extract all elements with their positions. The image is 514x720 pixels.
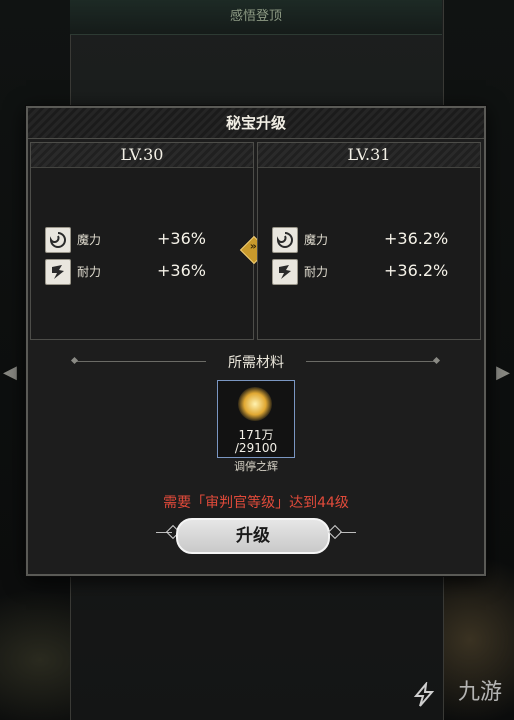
divider-right — [306, 361, 436, 362]
magic-swirl-icon — [45, 227, 71, 253]
magic-swirl-icon — [272, 227, 298, 253]
stat-value: +36% — [157, 261, 206, 280]
next-level-panel: LV.31 魔力 +36.2% 耐力 +36.2% — [257, 142, 481, 340]
endurance-icon — [45, 259, 71, 285]
materials-title: 所需材料 — [228, 355, 284, 371]
button-deco-line — [340, 532, 356, 533]
background-panel-title: 感悟登顶 — [70, 0, 442, 35]
stat-value: +36% — [157, 229, 206, 248]
current-level-label: LV.30 — [31, 143, 253, 168]
stat-value: +36.2% — [384, 261, 449, 280]
stat-name: 魔力 — [304, 233, 329, 247]
prev-arrow-icon[interactable]: ◀ — [3, 362, 17, 383]
stat-name: 耐力 — [304, 265, 329, 279]
material-crystal-icon — [238, 387, 272, 421]
stat-name: 耐力 — [77, 265, 102, 279]
next-stat-magic: 魔力 +36.2% — [272, 227, 472, 253]
stat-value: +36.2% — [384, 229, 449, 248]
stat-name: 魔力 — [77, 233, 102, 247]
next-level-label: LV.31 — [258, 143, 480, 168]
material-slot[interactable]: 171万 /29100 — [217, 380, 295, 458]
current-level-panel: LV.30 魔力 +36% 耐力 +36% — [30, 142, 254, 340]
material-count: 171万 /29100 — [218, 429, 294, 455]
next-arrow-icon[interactable]: ▶ — [496, 362, 510, 383]
upgrade-button[interactable]: 升级 — [176, 518, 330, 554]
material-name: 调停之辉 — [234, 460, 278, 473]
current-stat-magic: 魔力 +36% — [45, 227, 245, 253]
watermark-text: 九游 — [457, 680, 502, 705]
material-required: /29100 — [234, 441, 278, 455]
endurance-icon — [272, 259, 298, 285]
upgrade-dialog: 秘宝升级 LV.30 魔力 +36% 耐力 +36% » LV.31 魔力 +3… — [26, 106, 486, 576]
dialog-title: 秘宝升级 — [28, 108, 484, 139]
next-stat-endurance: 耐力 +36.2% — [272, 259, 472, 285]
watermark-logo-icon — [413, 682, 435, 707]
requirement-warning: 需要「审判官等级」达到44级 — [163, 495, 349, 511]
current-stat-endurance: 耐力 +36% — [45, 259, 245, 285]
